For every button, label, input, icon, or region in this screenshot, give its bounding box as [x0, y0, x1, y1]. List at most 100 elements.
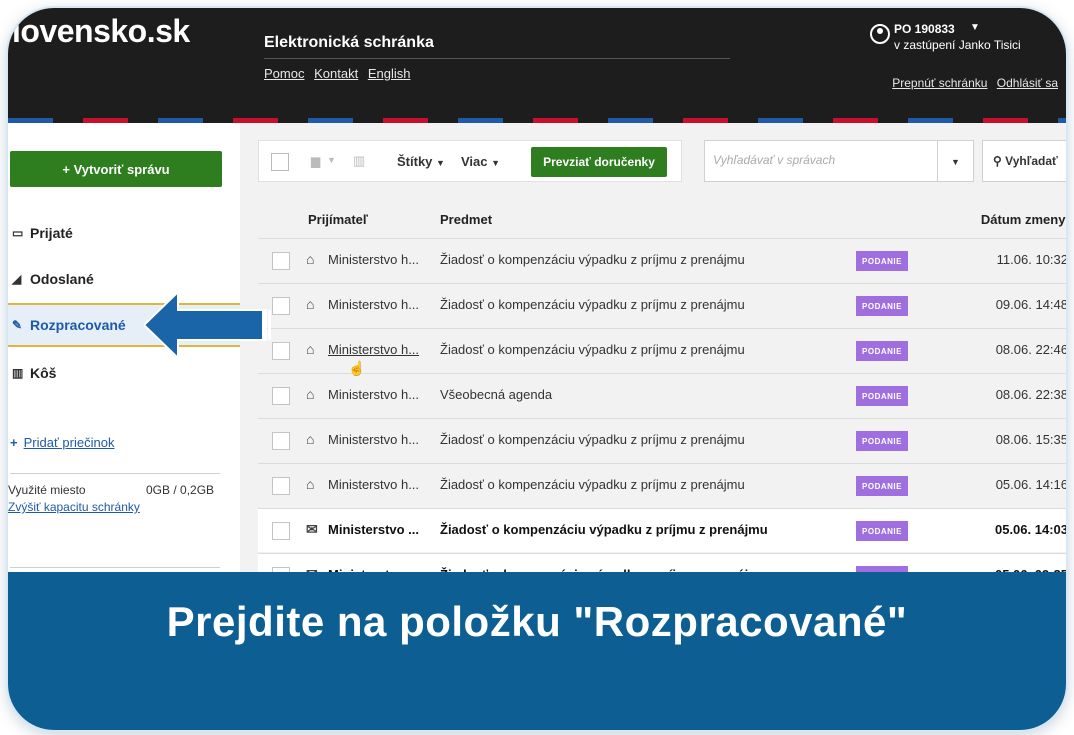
select-all-checkbox[interactable]	[271, 153, 289, 171]
user-name: PO 190833	[894, 22, 955, 36]
row-recipient[interactable]: Ministerstvo h...	[328, 387, 419, 402]
user-avatar-icon	[870, 24, 890, 44]
search-button[interactable]: ⚲ Vyhľadať	[982, 140, 1066, 182]
row-date: 11.06. 10:32	[996, 252, 1066, 267]
create-message-button[interactable]: + Vytvoriť správu	[10, 151, 222, 187]
chevron-down-icon: ▼	[951, 157, 960, 167]
site-logo[interactable]: lovensko.sk	[12, 13, 190, 50]
sidebar-item-label: Prijaté	[30, 225, 73, 241]
mouse-cursor-icon: ☝	[348, 360, 366, 376]
add-folder-label: Pridať priečinok	[23, 435, 115, 450]
row-badge: PODANIE	[856, 296, 908, 316]
table-row[interactable]: ⌂ Ministerstvo h... Žiadosť o kompenzáciu …	[258, 238, 1066, 282]
column-header-subject[interactable]: Predmet	[440, 212, 492, 227]
logout-link[interactable]: Odhlásiť sa	[997, 76, 1058, 90]
instruction-banner: Prejdite na položku "Rozpracované"	[8, 572, 1066, 730]
row-subject[interactable]: Žiadosť o kompenzáciu výpadku z príjmu z…	[440, 477, 745, 492]
switch-box-link[interactable]: Prepnúť schránku	[892, 76, 987, 90]
table-row[interactable]: ✉ Ministerstvo ... Žiadosť o kompenzáciu v…	[258, 508, 1066, 552]
inbox-icon: ▭	[12, 226, 24, 240]
more-dropdown[interactable]: Viac ▼	[461, 154, 500, 169]
search-options-dropdown[interactable]: ▼	[938, 140, 974, 182]
toolbar: ▆ ▼ ▥ Štítky ▼ Viac ▼ Prevziať doručenky…	[258, 140, 1066, 186]
row-checkbox[interactable]	[272, 342, 290, 360]
row-badge: PODANIE	[856, 251, 908, 271]
row-checkbox[interactable]	[272, 297, 290, 315]
row-subject[interactable]: Žiadosť o kompenzáciu výpadku z príjmu z…	[440, 252, 745, 267]
row-checkbox[interactable]	[272, 477, 290, 495]
row-subject[interactable]: Žiadosť o kompenzáciu výpadku z príjmu z…	[440, 297, 745, 312]
row-checkbox[interactable]	[272, 387, 290, 405]
envelope-open-icon: ⌂	[306, 386, 315, 402]
tags-dropdown[interactable]: Štítky ▼	[397, 154, 445, 169]
toolbar-actions: ▆ ▼ ▥ Štítky ▼ Viac ▼ Prevziať doručenky	[258, 140, 682, 182]
row-date: 05.06. 14:16	[995, 477, 1066, 492]
row-badge: PODANIE	[856, 341, 908, 361]
row-date: 08.06. 22:46	[995, 342, 1066, 357]
instruction-text: Prejdite na položku "Rozpracované"	[166, 598, 908, 645]
header-links: Pomoc Kontakt English	[264, 66, 416, 81]
envelope-open-icon: ⌂	[306, 431, 315, 447]
row-badge: PODANIE	[856, 521, 908, 541]
more-label: Viac	[461, 154, 488, 169]
pointer-arrow-icon	[144, 290, 271, 360]
table-row[interactable]: ⌂ Ministerstvo h... Všeobecná agenda PODANI…	[258, 373, 1066, 417]
search-icon: ⚲	[993, 154, 1002, 168]
row-badge: PODANIE	[856, 431, 908, 451]
trash-icon[interactable]: ▥	[353, 153, 365, 169]
table-row[interactable]: ⌂ Ministerstvo h... Žiadosť o kompenzáciu …	[258, 463, 1066, 507]
row-recipient[interactable]: Ministerstvo ...	[328, 522, 419, 537]
row-badge: PODANIE	[856, 476, 908, 496]
row-badge: PODANIE	[856, 386, 908, 406]
envelope-closed-icon: ✉	[306, 521, 318, 537]
row-date: 05.06. 14:03	[994, 522, 1066, 537]
row-subject[interactable]: Všeobecná agenda	[440, 387, 552, 402]
row-checkbox[interactable]	[272, 432, 290, 450]
english-link[interactable]: English	[368, 66, 411, 81]
envelope-open-icon: ⌂	[306, 476, 315, 492]
contact-link[interactable]: Kontakt	[314, 66, 358, 81]
envelope-open-icon: ⌂	[306, 296, 315, 312]
sent-icon: ◢	[12, 272, 22, 286]
search-input[interactable]: Vyhľadávať v správach	[704, 140, 938, 182]
sidebar-item-inbox[interactable]: ▭ Prijaté	[8, 211, 240, 255]
table-row[interactable]: ⌂ Ministerstvo h... Žiadosť o kompenzáciu …	[258, 328, 1066, 372]
row-checkbox[interactable]	[272, 252, 290, 270]
column-header-recipient[interactable]: Prijímateľ	[308, 212, 368, 227]
trash-icon: ▥	[12, 366, 24, 380]
add-folder-link[interactable]: + Pridať priečinok	[10, 435, 114, 450]
sidebar-item-label: Odoslané	[30, 271, 94, 287]
header-actions: Prepnúť schránku Odhlásiť sa	[886, 76, 1058, 90]
row-subject[interactable]: Žiadosť o kompenzáciu výpadku z príjmu z…	[440, 432, 745, 447]
table-row[interactable]: ⌂ Ministerstvo h... Žiadosť o kompenzáciu …	[258, 418, 1066, 462]
search-button-label: Vyhľadať	[1005, 154, 1058, 168]
tags-label: Štítky	[397, 154, 433, 169]
increase-capacity-link[interactable]: Zvýšiť kapacitu schránky	[8, 500, 140, 514]
row-subject[interactable]: Žiadosť o kompenzáciu výpadku z príjmu z…	[440, 522, 768, 537]
plus-icon: +	[10, 435, 18, 450]
sidebar-divider	[10, 473, 220, 474]
chevron-down-icon: ▼	[491, 158, 501, 168]
row-subject[interactable]: Žiadosť o kompenzáciu výpadku z príjmu z…	[440, 342, 745, 357]
row-date: 08.06. 22:38	[995, 387, 1066, 402]
help-link[interactable]: Pomoc	[264, 66, 304, 81]
row-recipient[interactable]: Ministerstvo h...	[328, 252, 419, 267]
sidebar-item-label: Kôš	[30, 365, 57, 381]
table-row[interactable]: ⌂ Ministerstvo h... Žiadosť o kompenzáciu …	[258, 283, 1066, 327]
row-recipient[interactable]: Ministerstvo h...	[328, 477, 419, 492]
tutorial-frame: lovensko.sk Elektronická schránka Pomoc …	[8, 8, 1066, 730]
table-header: Prijímateľ Predmet Dátum zmeny ▼	[258, 204, 1066, 238]
chevron-down-icon: ▼	[970, 22, 980, 33]
folder-icon[interactable]: ▆	[311, 154, 320, 168]
download-receipts-button[interactable]: Prevziať doručenky	[531, 147, 667, 177]
header-divider	[264, 58, 730, 59]
row-recipient[interactable]: Ministerstvo h...	[328, 342, 419, 357]
row-checkbox[interactable]	[272, 522, 290, 540]
column-header-date[interactable]: Dátum zmeny ▼	[981, 212, 1066, 227]
row-date: 08.06. 15:35	[995, 432, 1066, 447]
chevron-down-icon: ▼	[436, 158, 445, 168]
row-recipient[interactable]: Ministerstvo h...	[328, 432, 419, 447]
row-recipient[interactable]: Ministerstvo h...	[328, 297, 419, 312]
app-title: Elektronická schránka	[264, 34, 434, 51]
usage-value: 0GB / 0,2GB	[146, 483, 215, 497]
